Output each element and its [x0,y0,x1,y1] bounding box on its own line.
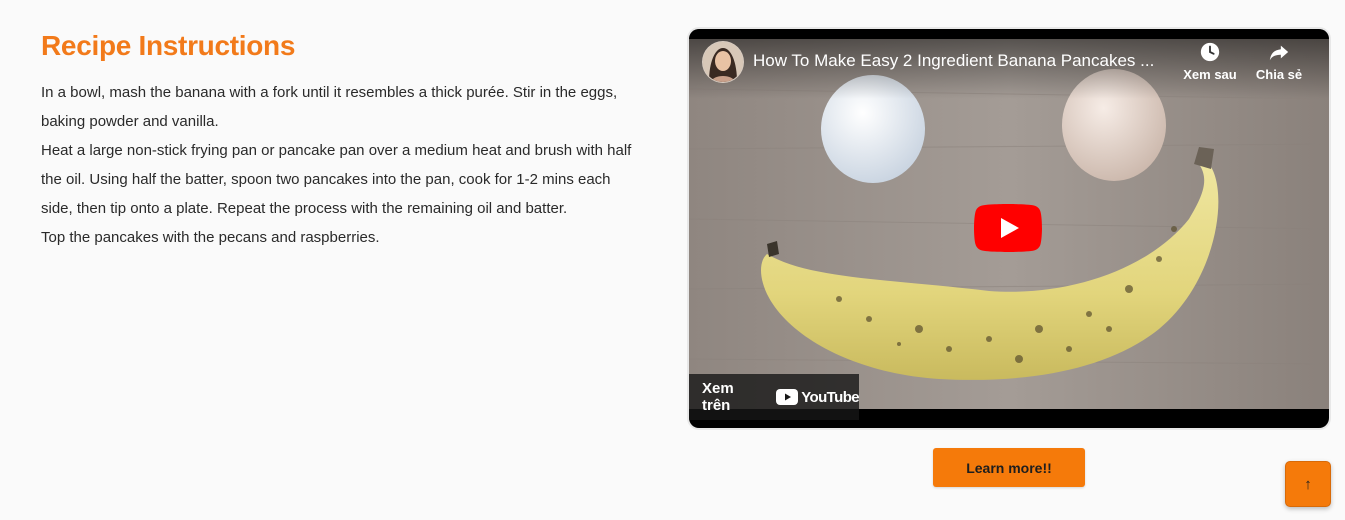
instruction-step: Heat a large non-stick frying pan or pan… [41,142,632,217]
recipe-title: Recipe Instructions [41,30,296,61]
play-button-icon[interactable] [974,204,1042,252]
arrow-up-icon: ↑ [1304,475,1312,493]
recipe-section: Recipe Instructions In a bowl, mash the … [41,28,641,252]
instruction-step: Top the pancakes with the pecans and ras… [41,229,380,246]
learn-more-button[interactable]: Learn more!! [933,448,1085,487]
watch-later-label: Xem sau [1183,67,1237,82]
watch-later-button[interactable]: Xem sau [1175,41,1245,83]
recipe-instructions: In a bowl, mash the banana with a fork u… [41,78,641,252]
clock-icon [1200,42,1220,62]
watch-on-youtube-button[interactable]: Xem trên YouTube [689,374,860,420]
channel-avatar[interactable] [702,41,744,83]
youtube-video-embed[interactable]: How To Make Easy 2 Ingredient Banana Pan… [689,29,1329,428]
page: Recipe Instructions In a bowl, mash the … [0,0,1345,520]
share-button[interactable]: Chia sẻ [1244,41,1314,83]
youtube-logo-icon: YouTube [776,388,860,406]
watch-on-label: Xem trên [702,380,734,414]
instruction-step: In a bowl, mash the banana with a fork u… [41,84,618,130]
scroll-to-top-button[interactable]: ↑ [1285,461,1331,507]
share-arrow-icon [1269,45,1289,61]
share-label: Chia sẻ [1255,67,1303,82]
video-title[interactable]: How To Make Easy 2 Ingredient Banana Pan… [753,49,1173,73]
youtube-label: YouTube [801,388,859,406]
